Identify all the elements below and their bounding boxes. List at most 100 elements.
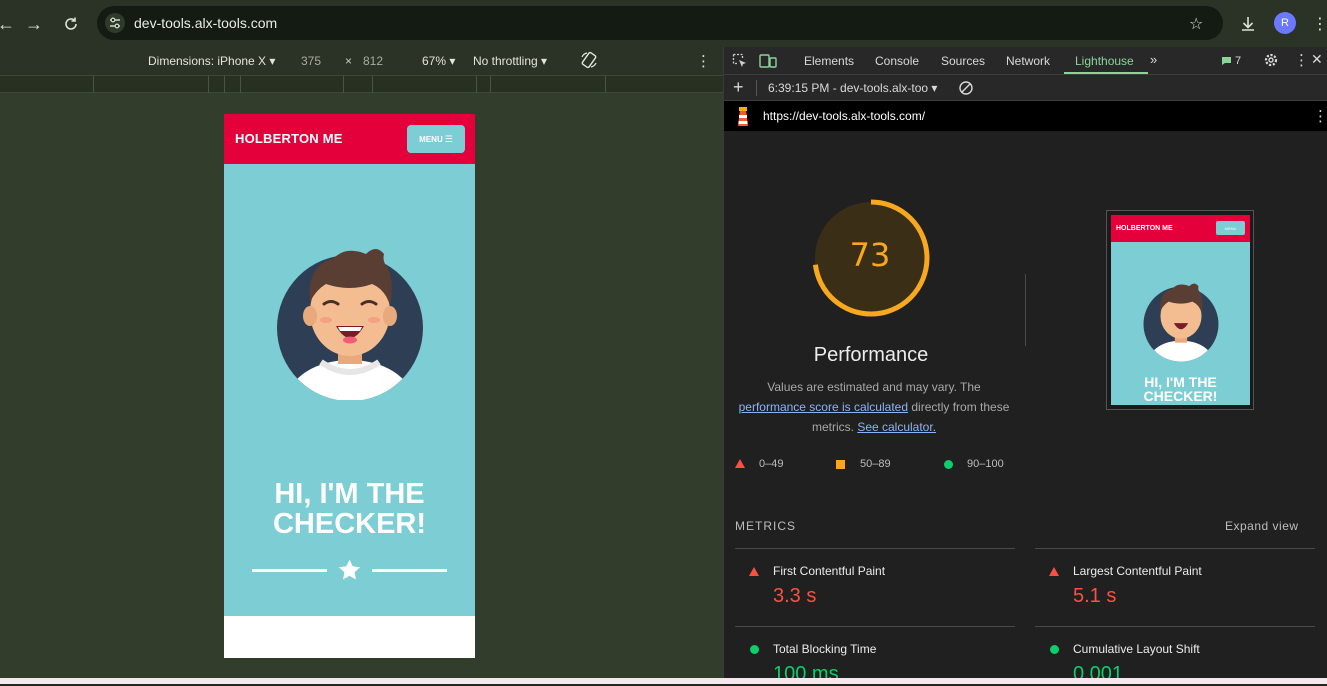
divider-right xyxy=(372,569,447,572)
tab-elements[interactable]: Elements xyxy=(804,54,854,68)
metrics-divider-right xyxy=(1035,548,1315,549)
inspect-element-icon[interactable] xyxy=(732,53,748,69)
url-text[interactable]: dev-tools.alx-tools.com xyxy=(134,15,277,31)
tab-network[interactable]: Network xyxy=(1006,54,1050,68)
divider-left xyxy=(252,569,327,572)
throttling-select[interactable]: No throttling ▾ xyxy=(473,54,547,68)
close-devtools-icon[interactable]: ✕ xyxy=(1311,51,1323,68)
avatar-illustration xyxy=(277,249,423,400)
issues-badge[interactable]: 7 xyxy=(1221,55,1241,67)
lighthouse-report: 73 Performance Values are estimated and … xyxy=(724,131,1327,685)
reload-icon[interactable] xyxy=(59,12,83,36)
back-arrow-icon[interactable]: ← xyxy=(0,12,18,36)
browser-toolbar: ← → dev-tools.alx-tools.com ☆ R ⋮ xyxy=(0,0,1327,47)
score-calculation-link[interactable]: performance score is calculated xyxy=(739,400,908,414)
lighthouse-report-header: https://dev-tools.alx-tools.com/ ⋮ xyxy=(724,101,1327,131)
performance-score: 73 xyxy=(849,236,891,274)
thumb-headline-line2: CHECKER! xyxy=(1143,388,1218,404)
download-icon[interactable] xyxy=(1236,12,1260,36)
legend-fail-range: 0–49 xyxy=(759,458,784,470)
device-toolbar-more-icon[interactable]: ⋮ xyxy=(696,52,711,70)
thumb-headline-line1: HI, I'M THE xyxy=(1144,374,1217,390)
menu-label: MENU xyxy=(419,134,443,144)
final-screenshot-thumbnail[interactable]: HOLBERTON ME MENU HI, I'M THE CHECKER! xyxy=(1106,210,1254,410)
fail-triangle-icon xyxy=(1049,567,1059,576)
settings-gear-icon[interactable] xyxy=(1263,52,1279,68)
metrics-divider-right-2 xyxy=(1035,626,1315,627)
metrics-divider-left-2 xyxy=(735,626,1015,627)
metrics-heading: METRICS xyxy=(735,519,796,533)
hamburger-icon: ☰ xyxy=(444,133,453,144)
tab-console[interactable]: Console xyxy=(875,54,919,68)
site-header: HOLBERTON ME MENU ☰ xyxy=(224,114,475,164)
device-toggle-icon[interactable] xyxy=(759,53,777,69)
devtools-panel: Elements Console Sources Network Lightho… xyxy=(723,47,1327,685)
dimension-times-symbol: × xyxy=(345,54,353,68)
fail-triangle-icon xyxy=(735,459,745,468)
report-selector[interactable]: 6:39:15 PM - dev-tools.alx-too ▾ xyxy=(768,81,937,95)
lighthouse-toolbar: + 6:39:15 PM - dev-tools.alx-too ▾ xyxy=(724,75,1327,101)
hero-headline: HI, I'M THE CHECKER! xyxy=(224,479,475,539)
see-calculator-link[interactable]: See calculator. xyxy=(857,420,936,434)
pass-circle-icon xyxy=(750,645,759,654)
thumb-brand: HOLBERTON ME xyxy=(1116,225,1173,232)
metric-value: 5.1 s xyxy=(1073,585,1117,607)
rotate-icon[interactable] xyxy=(580,51,598,69)
issues-count: 7 xyxy=(1235,55,1242,67)
tab-lighthouse[interactable]: Lighthouse xyxy=(1075,54,1134,68)
thumb-avatar xyxy=(1143,283,1219,362)
zoom-label: 67% xyxy=(422,54,447,68)
report-url[interactable]: https://dev-tools.alx-tools.com/ xyxy=(763,109,925,123)
report-menu-icon[interactable]: ⋮ xyxy=(1313,107,1327,125)
clear-reports-icon[interactable] xyxy=(958,80,974,96)
site-brand[interactable]: HOLBERTON ME xyxy=(235,131,343,146)
legend-average-range: 50–89 xyxy=(860,458,891,470)
more-tabs-chevron-icon[interactable]: » xyxy=(1150,52,1157,67)
description-text-2: directly from these xyxy=(911,400,1010,414)
device-height-input[interactable]: 812 xyxy=(363,54,383,68)
throttling-label: No throttling xyxy=(473,54,538,68)
description-text-3: metrics. xyxy=(811,420,854,434)
pass-circle-icon xyxy=(944,460,953,469)
score-description: Values are estimated and may vary. The p… xyxy=(729,377,1019,437)
metric-label: First Contentful Paint xyxy=(773,564,886,578)
lighthouse-logo-icon xyxy=(735,106,751,128)
thumb-header: HOLBERTON ME MENU xyxy=(1111,215,1250,242)
bookmark-star-icon[interactable]: ☆ xyxy=(1189,14,1203,34)
browser-menu-icon[interactable]: ⋮ xyxy=(1308,12,1327,36)
tab-sources[interactable]: Sources xyxy=(941,54,985,68)
star-icon xyxy=(339,559,360,580)
device-dimensions-label: Dimensions: iPhone X xyxy=(148,54,267,68)
phone-page: HOLBERTON ME MENU ☰ HI, I'M THE CHECKER! xyxy=(224,114,475,658)
fail-triangle-icon xyxy=(749,567,759,576)
legend-pass-range: 90–100 xyxy=(967,458,1004,470)
thumb-headline: HI, I'M THE CHECKER! xyxy=(1111,375,1250,403)
metrics-divider-left xyxy=(735,548,1015,549)
zoom-select[interactable]: 67% ▾ xyxy=(422,54,455,68)
hero-section: HI, I'M THE CHECKER! xyxy=(224,164,475,616)
device-toolbar: Dimensions: iPhone X ▾ 375 × 812 67% ▾ N… xyxy=(0,47,723,75)
hero-headline-line2: CHECKER! xyxy=(272,508,427,540)
average-square-icon xyxy=(836,460,845,469)
device-dimensions-select[interactable]: Dimensions: iPhone X ▾ xyxy=(148,54,275,68)
pass-circle-icon xyxy=(1050,645,1059,654)
metric-label: Total Blocking Time xyxy=(773,642,877,656)
devtools-menu-icon[interactable]: ⋮ xyxy=(1294,51,1309,69)
section-divider xyxy=(1025,274,1026,346)
devtools-tab-bar: Elements Console Sources Network Lightho… xyxy=(724,47,1327,75)
media-query-ruler xyxy=(0,75,723,93)
description-text-1: Values are estimated and may vary. The xyxy=(767,380,981,394)
new-report-plus-icon[interactable]: + xyxy=(733,77,744,98)
message-icon xyxy=(1222,57,1231,65)
metric-label: Cumulative Layout Shift xyxy=(1073,642,1200,656)
menu-button[interactable]: MENU ☰ xyxy=(407,125,465,153)
profile-avatar[interactable]: R xyxy=(1274,12,1296,34)
metric-label: Largest Contentful Paint xyxy=(1073,564,1202,578)
bottom-edge xyxy=(0,678,1327,684)
address-bar[interactable]: dev-tools.alx-tools.com ☆ xyxy=(97,6,1223,40)
forward-arrow-icon[interactable]: → xyxy=(22,12,46,36)
device-width-input[interactable]: 375 xyxy=(301,54,321,68)
thumb-menu: MENU xyxy=(1216,221,1245,235)
expand-view-toggle[interactable]: Expand view xyxy=(1225,519,1299,533)
site-info-icon[interactable] xyxy=(105,13,125,33)
